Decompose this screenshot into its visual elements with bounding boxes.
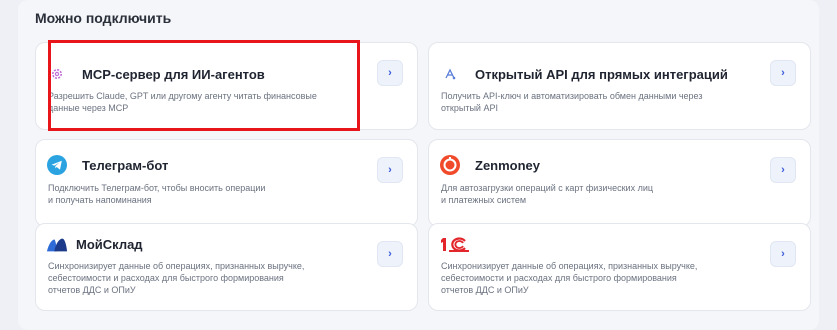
card-title: Zenmoney: [475, 158, 541, 173]
card-title: МойСклад: [76, 237, 143, 252]
telegram-icon: [46, 154, 68, 176]
card-zenmoney[interactable]: Zenmoney Для автозагрузки операций с кар…: [428, 139, 811, 227]
chevron-right-icon[interactable]: ›: [770, 241, 796, 267]
section-title: Можно подключить: [35, 10, 172, 26]
card-description: Разрешить Claude, GPT или другому агенту…: [48, 91, 317, 113]
card-title: MCP-сервер для ИИ-агентов: [82, 67, 265, 82]
card-1c[interactable]: Синхронизирует данные об операциях, приз…: [428, 223, 811, 311]
card-description: Для автозагрузки операций с карт физичес…: [441, 183, 654, 205]
chevron-right-icon[interactable]: ›: [770, 157, 796, 183]
chevron-right-icon[interactable]: ›: [377, 241, 403, 267]
chevron-right-icon[interactable]: ›: [377, 60, 403, 86]
card-description: Подключить Телеграм-бот, чтобы вносить о…: [48, 183, 266, 205]
card-description: Синхронизирует данные об операциях, приз…: [441, 261, 698, 295]
card-title: Открытый API для прямых интеграций: [475, 67, 728, 82]
chevron-right-icon[interactable]: ›: [377, 157, 403, 183]
zenmoney-icon: [439, 154, 461, 176]
moysklad-logo-icon: [46, 234, 68, 256]
card-mcp-server[interactable]: MCP-сервер для ИИ-агентов Разрешить Clau…: [35, 42, 418, 130]
card-description: Получить API-ключ и автоматизировать обм…: [441, 91, 703, 113]
gear-icon: [46, 63, 68, 85]
card-title: Телеграм-бот: [82, 158, 169, 173]
api-icon: [439, 63, 461, 85]
card-telegram-bot[interactable]: Телеграм-бот Подключить Телеграм-бот, чт…: [35, 139, 418, 227]
1c-logo-icon: [439, 234, 473, 256]
card-moysklad[interactable]: МойСклад Синхронизирует данные об операц…: [35, 223, 418, 311]
chevron-right-icon[interactable]: ›: [770, 60, 796, 86]
card-description: Синхронизирует данные об операциях, приз…: [48, 261, 305, 295]
card-open-api[interactable]: Открытый API для прямых интеграций Получ…: [428, 42, 811, 130]
